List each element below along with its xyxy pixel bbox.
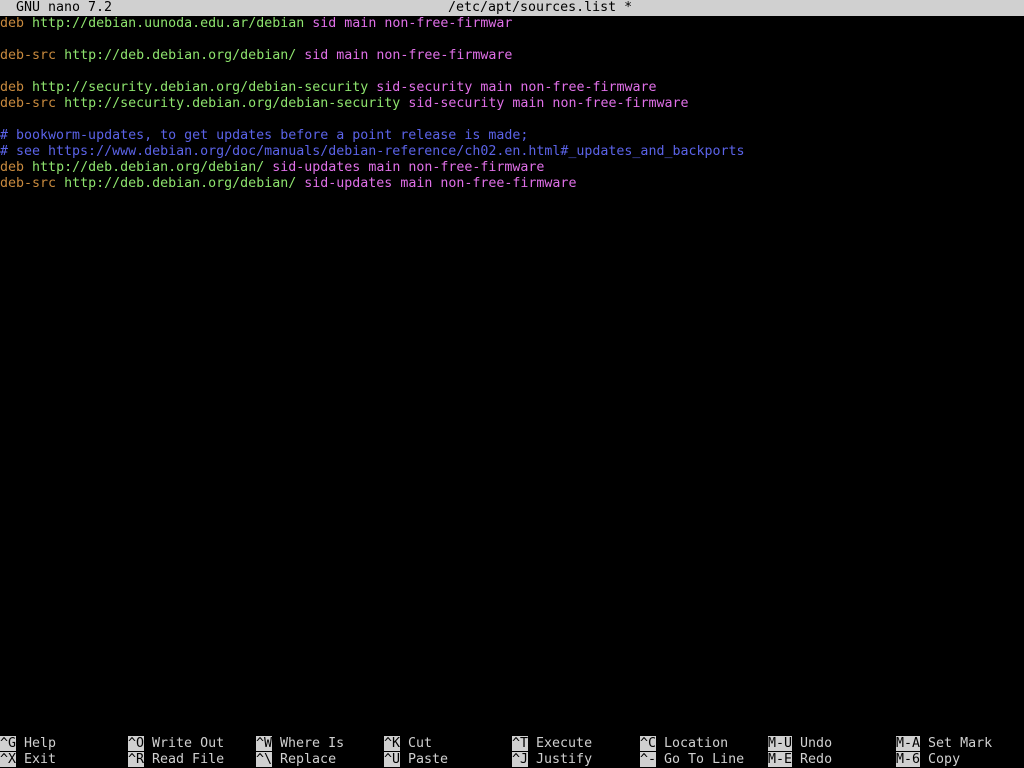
shortcut-cut[interactable]: ^K Cut xyxy=(384,736,432,752)
shortcut-label: Where Is xyxy=(280,736,345,751)
editor-line-blank[interactable] xyxy=(0,112,1024,128)
shortcut-key: ^U xyxy=(384,752,401,767)
entry-type: deb xyxy=(0,16,25,31)
shortcut-label: Redo xyxy=(800,752,833,767)
editor-line[interactable]: deb-src http://deb.debian.org/debian/ si… xyxy=(0,176,1024,192)
shortcut-bar: ^G Help ^X Exit ^O Write Out ^R Read Fil… xyxy=(0,736,1024,768)
shortcut-set-mark[interactable]: M-A Set Mark xyxy=(896,736,992,752)
editor-line[interactable]: deb-src http://deb.debian.org/debian/ si… xyxy=(0,48,1024,64)
shortcut-label: Location xyxy=(664,736,729,751)
entry-type: deb-src xyxy=(0,96,57,111)
entry-type: deb xyxy=(0,160,25,175)
shortcut-copy[interactable]: M-6 Copy xyxy=(896,752,960,768)
editor-line-blank[interactable] xyxy=(0,32,1024,48)
shortcut-label: Copy xyxy=(928,752,961,767)
file-path: /etc/apt/sources.list * xyxy=(448,0,633,15)
shortcut-label: Read File xyxy=(152,752,225,767)
shortcut-replace[interactable]: ^\ Replace xyxy=(256,752,336,768)
suite: sid-updates xyxy=(304,176,393,191)
shortcut-label: Execute xyxy=(536,736,593,751)
suite: sid-updates xyxy=(272,160,361,175)
shortcut-redo[interactable]: M-E Redo xyxy=(768,752,832,768)
components: main non-free-firmwar xyxy=(344,16,513,31)
suite: sid xyxy=(312,16,337,31)
shortcut-exit[interactable]: ^X Exit xyxy=(0,752,56,768)
components: main non-free-firmware xyxy=(368,160,545,175)
components: main non-free-firmware xyxy=(512,96,689,111)
shortcut-write-out[interactable]: ^O Write Out xyxy=(128,736,224,752)
shortcut-label: Help xyxy=(24,736,57,751)
shortcut-location[interactable]: ^C Location xyxy=(640,736,728,752)
shortcut-help[interactable]: ^G Help xyxy=(0,736,56,752)
shortcut-key: ^W xyxy=(256,736,273,751)
shortcut-key: ^K xyxy=(384,736,401,751)
shortcut-label: Justify xyxy=(536,752,593,767)
repository-url: http://deb.debian.org/debian/ xyxy=(64,176,297,191)
shortcut-key: ^O xyxy=(128,736,145,751)
editor-line[interactable]: deb http://debian.uunoda.edu.ar/debian s… xyxy=(0,16,1024,32)
repository-url: http://deb.debian.org/debian/ xyxy=(32,160,265,175)
shortcut-key: M-E xyxy=(768,752,793,767)
components: main non-free-firmware xyxy=(336,48,513,63)
shortcut-undo[interactable]: M-U Undo xyxy=(768,736,832,752)
shortcut-key: ^C xyxy=(640,736,657,751)
suite: sid-security xyxy=(376,80,473,95)
repository-url: http://debian.uunoda.edu.ar/debian xyxy=(32,16,305,31)
shortcut-label: Paste xyxy=(408,752,449,767)
shortcut-label: Write Out xyxy=(152,736,225,751)
shortcut-key: M-U xyxy=(768,736,793,751)
shortcut-label: Set Mark xyxy=(928,736,993,751)
editor-line[interactable]: deb-src http://security.debian.org/debia… xyxy=(0,96,1024,112)
components: main non-free-firmware xyxy=(480,80,657,95)
shortcut-key: M-A xyxy=(896,736,921,751)
shortcut-read-file[interactable]: ^R Read File xyxy=(128,752,224,768)
shortcut-key: ^\ xyxy=(256,752,273,767)
shortcut-key: ^J xyxy=(512,752,529,767)
shortcut-key: ^X xyxy=(0,752,17,767)
shortcut-key: M-6 xyxy=(896,752,921,767)
entry-type: deb-src xyxy=(0,48,57,63)
editor-line-blank[interactable] xyxy=(0,64,1024,80)
shortcut-where-is[interactable]: ^W Where Is xyxy=(256,736,344,752)
editor-area[interactable]: deb http://debian.uunoda.edu.ar/debian s… xyxy=(0,16,1024,736)
shortcut-label: Undo xyxy=(800,736,833,751)
shortcut-paste[interactable]: ^U Paste xyxy=(384,752,448,768)
editor-line[interactable]: deb http://security.debian.org/debian-se… xyxy=(0,80,1024,96)
suite: sid xyxy=(304,48,329,63)
shortcut-label: Go To Line xyxy=(664,752,745,767)
suite: sid-security xyxy=(408,96,505,111)
shortcut-justify[interactable]: ^J Justify xyxy=(512,752,592,768)
entry-type: deb-src xyxy=(0,176,57,191)
editor-line[interactable]: deb http://deb.debian.org/debian/ sid-up… xyxy=(0,160,1024,176)
repository-url: http://security.debian.org/debian-securi… xyxy=(32,80,369,95)
shortcut-label: Cut xyxy=(408,736,433,751)
shortcut-go-to-line[interactable]: ^- Go To Line xyxy=(640,752,744,768)
title-bar: GNU nano 7.2 /etc/apt/sources.list * xyxy=(0,0,1024,16)
shortcut-key: ^G xyxy=(0,736,17,751)
repository-url: http://deb.debian.org/debian/ xyxy=(64,48,297,63)
comment-line[interactable]: # bookworm-updates, to get updates befor… xyxy=(0,128,1024,144)
shortcut-label: Replace xyxy=(280,752,337,767)
shortcut-execute[interactable]: ^T Execute xyxy=(512,736,592,752)
components: main non-free-firmware xyxy=(400,176,577,191)
shortcut-key: ^T xyxy=(512,736,529,751)
comment-line[interactable]: # see https://www.debian.org/doc/manuals… xyxy=(0,144,1024,160)
entry-type: deb xyxy=(0,80,25,95)
shortcut-key: ^R xyxy=(128,752,145,767)
shortcut-key: ^- xyxy=(640,752,657,767)
repository-url: http://security.debian.org/debian-securi… xyxy=(64,96,401,111)
app-version: GNU nano 7.2 xyxy=(16,0,113,15)
shortcut-label: Exit xyxy=(24,752,57,767)
